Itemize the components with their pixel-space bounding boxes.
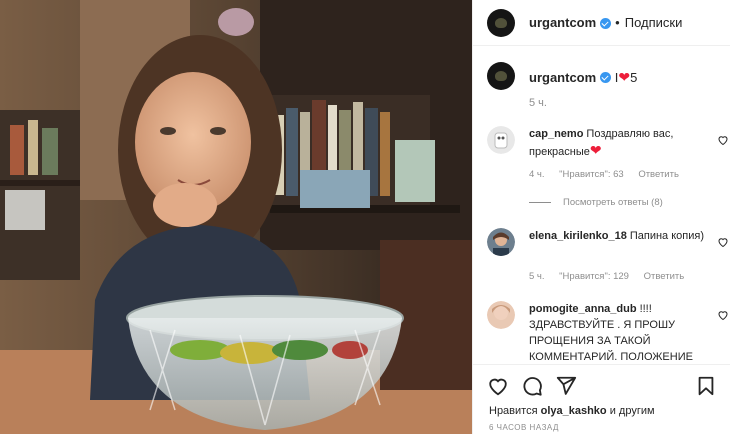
author-username[interactable]: urgantcom	[529, 15, 596, 30]
commenter-avatar[interactable]	[487, 228, 515, 256]
post-action-bar: Нравится olya_kashko и другим 6 ЧАСОВ НА…	[473, 364, 730, 434]
comment-text: Папина копия)	[629, 230, 704, 242]
likes-prefix: Нравится	[489, 405, 538, 417]
heart-outline-icon[interactable]	[717, 236, 729, 248]
reply-button[interactable]: Ответить	[644, 271, 685, 282]
post-header: urgantcom • Подписки	[473, 0, 730, 46]
comment-meta: 5 ч. "Нравится": 129 Ответить	[529, 271, 696, 282]
comment-username[interactable]: cap_nemo	[529, 128, 583, 140]
red-heart-emoji: ❤	[618, 69, 631, 85]
commenter-avatar-image	[487, 228, 515, 256]
likes-summary: Нравится olya_kashko и другим	[489, 405, 655, 417]
author-avatar[interactable]	[487, 8, 515, 37]
bookmark-icon[interactable]	[695, 375, 717, 397]
view-replies-label: Посмотреть ответы (8)	[563, 197, 663, 208]
share-icon[interactable]	[555, 375, 577, 397]
comment-time[interactable]: 4 ч.	[529, 169, 545, 180]
post-details-panel: urgantcom • Подписки urgantcom I❤5 5 ч. …	[472, 0, 730, 434]
view-replies-button[interactable]: Посмотреть ответы (8)	[529, 197, 663, 208]
replies-divider-line	[529, 202, 551, 203]
likes-suffix[interactable]: и другим	[610, 405, 655, 417]
comment-time[interactable]: 5 ч.	[529, 271, 545, 282]
caption-username[interactable]: urgantcom	[529, 70, 596, 85]
caption-line: urgantcom I❤5	[529, 69, 637, 86]
photo-illustration	[0, 0, 472, 434]
post-timestamp[interactable]: 6 ЧАСОВ НАЗАД	[489, 423, 559, 432]
comment-text-block: cap_nemo Поздравляю вас, прекрасные❤	[529, 126, 715, 160]
comment-username[interactable]: pomogite_anna_dub	[529, 303, 637, 315]
comment-icon[interactable]	[521, 375, 543, 397]
comment-text-block: elena_kirilenko_18 Папина копия)	[529, 228, 715, 244]
comment-likes-count[interactable]: "Нравится": 129	[559, 271, 629, 282]
comment-likes-count[interactable]: "Нравится": 63	[559, 169, 624, 180]
comment-username[interactable]: elena_kirilenko_18	[529, 230, 627, 242]
commenter-avatar-image	[487, 126, 515, 154]
heart-outline-icon[interactable]	[717, 309, 729, 321]
commenter-avatar[interactable]	[487, 301, 515, 329]
commenter-avatar[interactable]	[487, 126, 515, 154]
reply-button[interactable]: Ответить	[638, 169, 679, 180]
follow-status-button[interactable]: Подписки	[625, 15, 683, 30]
caption-author-avatar[interactable]	[487, 62, 515, 90]
likes-user-link[interactable]: olya_kashko	[541, 405, 607, 417]
heart-outline-icon[interactable]	[717, 134, 729, 146]
comment-meta: 4 ч. "Нравится": 63 Ответить	[529, 169, 691, 180]
verified-icon	[600, 18, 612, 29]
caption-suffix: 5	[630, 70, 638, 85]
separator-dot: •	[615, 15, 620, 30]
commenter-avatar-image	[487, 301, 515, 329]
like-heart-icon[interactable]	[487, 375, 509, 397]
post-photo[interactable]	[0, 0, 472, 434]
comment-text-block: pomogite_anna_dub!!!! ЗДРАВСТВУЙТЕ . Я П…	[529, 301, 715, 365]
verified-icon	[600, 72, 612, 83]
red-heart-emoji: ❤	[589, 142, 602, 158]
caption-time[interactable]: 5 ч.	[529, 97, 547, 109]
